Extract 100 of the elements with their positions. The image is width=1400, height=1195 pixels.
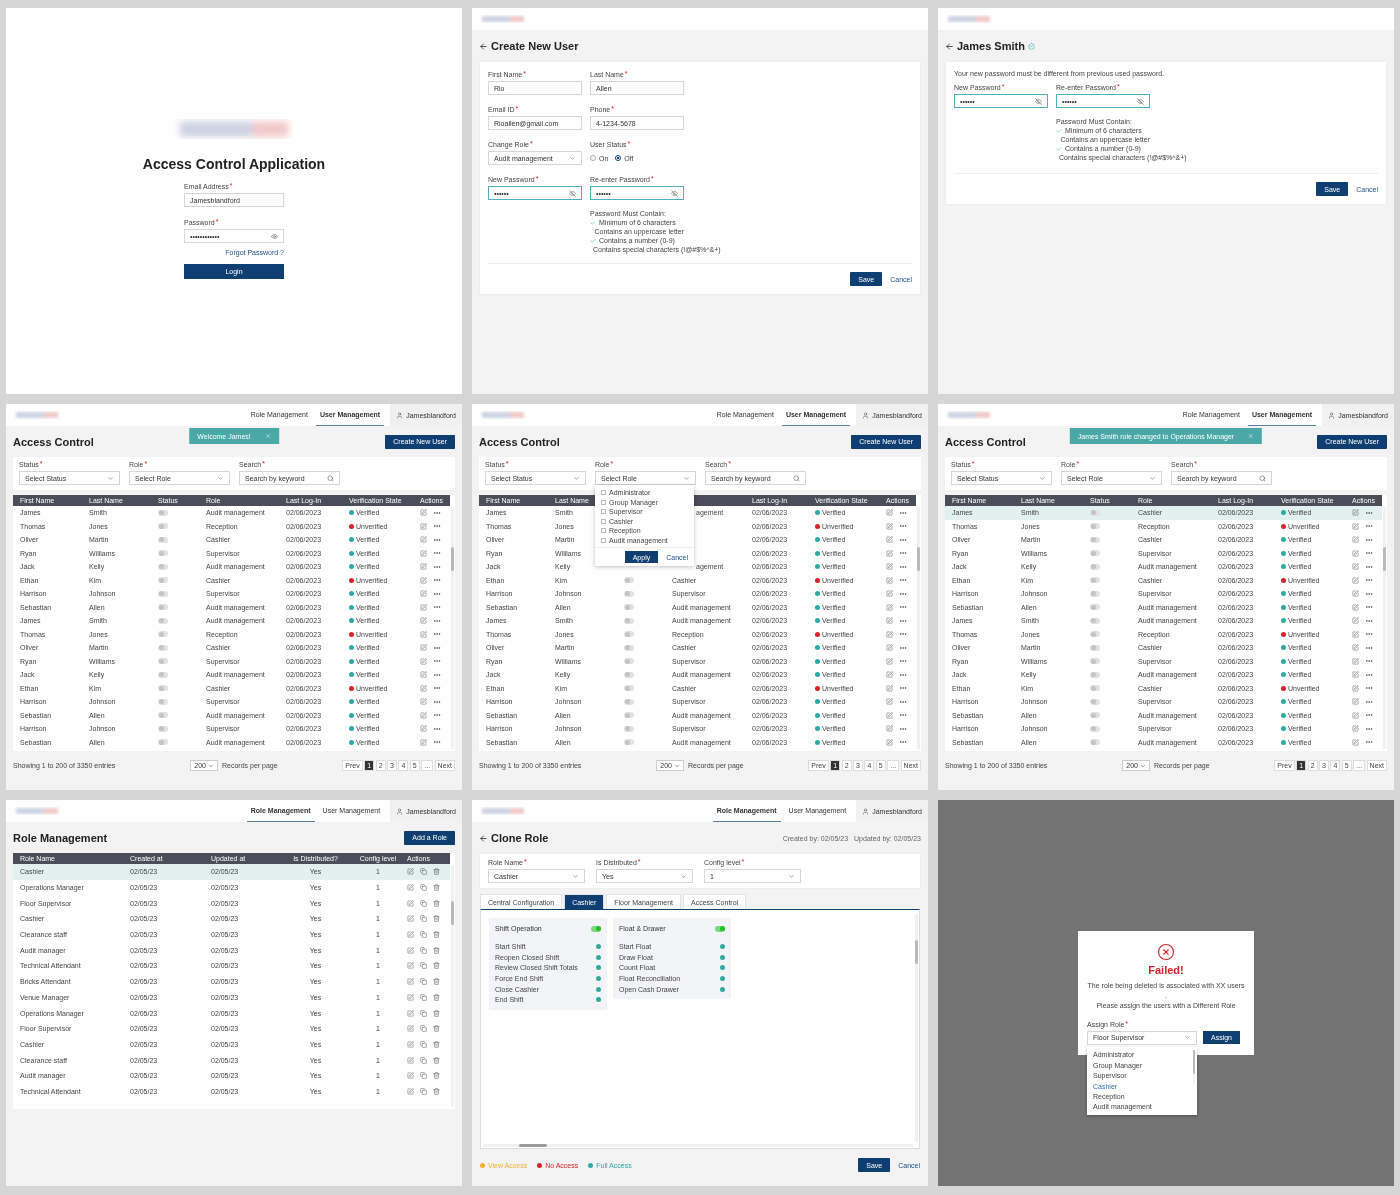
status-toggle[interactable] — [624, 604, 634, 611]
status-toggle[interactable] — [158, 577, 168, 584]
status-toggle[interactable] — [624, 739, 634, 746]
edit-icon[interactable] — [886, 725, 893, 733]
edit-icon[interactable] — [886, 738, 893, 746]
edit-icon[interactable] — [1352, 522, 1359, 530]
status-toggle[interactable] — [624, 590, 634, 597]
copy-icon[interactable] — [420, 1009, 427, 1017]
edit-icon[interactable] — [886, 657, 893, 665]
status-toggle[interactable] — [158, 712, 168, 719]
copy-icon[interactable] — [420, 1040, 427, 1048]
edit-icon[interactable] — [407, 1040, 414, 1048]
close-icon[interactable] — [1248, 433, 1255, 439]
access-dot[interactable] — [596, 975, 601, 981]
trash-icon[interactable] — [433, 1040, 440, 1048]
edit-icon[interactable] — [1352, 576, 1359, 584]
edit-icon[interactable] — [407, 1056, 414, 1064]
status-toggle[interactable] — [158, 523, 168, 530]
edit-icon[interactable] — [407, 884, 414, 892]
access-dot[interactable] — [720, 954, 725, 960]
copy-icon[interactable] — [420, 978, 427, 986]
status-toggle[interactable] — [158, 725, 168, 732]
checkbox[interactable] — [601, 537, 606, 543]
status-toggle[interactable] — [1090, 739, 1100, 746]
close-icon[interactable] — [264, 433, 271, 439]
status-toggle[interactable] — [158, 631, 168, 638]
edit-icon[interactable] — [1352, 684, 1359, 692]
back-arrow-icon[interactable] — [479, 833, 488, 843]
edit-icon[interactable] — [886, 509, 893, 517]
status-toggle[interactable] — [158, 739, 168, 746]
edit-icon[interactable] — [1352, 657, 1359, 665]
copy-icon[interactable] — [420, 899, 427, 907]
edit-icon[interactable] — [407, 868, 414, 876]
copy-icon[interactable] — [420, 1056, 427, 1064]
eye-icon[interactable] — [271, 232, 278, 240]
status-toggle[interactable] — [158, 536, 168, 543]
eye-off-icon[interactable] — [1035, 97, 1042, 105]
trash-icon[interactable] — [433, 899, 440, 907]
status-toggle[interactable] — [624, 658, 634, 665]
checkbox[interactable] — [601, 490, 606, 496]
copy-icon[interactable] — [420, 1025, 427, 1033]
trash-icon[interactable] — [433, 1056, 440, 1064]
edit-icon[interactable] — [1352, 617, 1359, 625]
status-toggle[interactable] — [624, 671, 634, 678]
trash-icon[interactable] — [433, 1072, 440, 1080]
edit-icon[interactable] — [420, 522, 427, 530]
access-dot[interactable] — [596, 986, 601, 992]
status-toggle[interactable] — [1090, 617, 1100, 624]
status-toggle[interactable] — [158, 644, 168, 651]
checkbox[interactable] — [601, 509, 606, 515]
trash-icon[interactable] — [433, 931, 440, 939]
status-toggle[interactable] — [1090, 590, 1100, 597]
checkbox[interactable] — [601, 499, 606, 505]
eye-off-icon[interactable] — [569, 189, 576, 197]
status-toggle[interactable] — [158, 590, 168, 597]
status-toggle[interactable] — [158, 563, 168, 570]
status-toggle[interactable] — [1090, 577, 1100, 584]
trash-icon[interactable] — [433, 978, 440, 986]
edit-icon[interactable] — [1352, 549, 1359, 557]
edit-icon[interactable] — [420, 563, 427, 571]
edit-icon[interactable] — [407, 931, 414, 939]
edit-icon[interactable] — [886, 684, 893, 692]
status-toggle[interactable] — [158, 604, 168, 611]
back-arrow-icon[interactable] — [479, 41, 488, 51]
status-toggle[interactable] — [158, 671, 168, 678]
access-dot[interactable] — [720, 986, 725, 992]
status-toggle[interactable] — [158, 617, 168, 624]
access-dot[interactable] — [596, 965, 601, 971]
access-dot[interactable] — [596, 954, 601, 960]
edit-icon[interactable] — [407, 962, 414, 970]
status-toggle[interactable] — [624, 644, 634, 651]
status-toggle[interactable] — [158, 698, 168, 705]
copy-icon[interactable] — [420, 868, 427, 876]
edit-icon[interactable] — [407, 915, 414, 923]
copy-icon[interactable] — [420, 1072, 427, 1080]
trash-icon[interactable] — [433, 1025, 440, 1033]
edit-icon[interactable] — [886, 549, 893, 557]
edit-icon[interactable] — [420, 509, 427, 517]
access-dot[interactable] — [596, 997, 601, 1003]
status-toggle[interactable] — [1090, 712, 1100, 719]
edit-icon[interactable] — [886, 576, 893, 584]
edit-icon[interactable] — [1352, 711, 1359, 719]
copy-icon[interactable] — [420, 915, 427, 923]
copy-icon[interactable] — [420, 962, 427, 970]
edit-icon[interactable] — [1352, 644, 1359, 652]
edit-icon[interactable] — [1352, 698, 1359, 706]
edit-icon[interactable] — [1352, 725, 1359, 733]
edit-icon[interactable] — [1352, 590, 1359, 598]
edit-icon[interactable] — [886, 644, 893, 652]
status-toggle[interactable] — [158, 685, 168, 692]
group-toggle[interactable] — [591, 925, 601, 932]
edit-icon[interactable] — [886, 698, 893, 706]
copy-icon[interactable] — [420, 931, 427, 939]
status-toggle[interactable] — [1090, 604, 1100, 611]
edit-icon[interactable] — [886, 536, 893, 544]
edit-icon[interactable] — [420, 576, 427, 584]
edit-icon[interactable] — [420, 684, 427, 692]
edit-icon[interactable] — [420, 617, 427, 625]
status-toggle[interactable] — [624, 631, 634, 638]
copy-icon[interactable] — [420, 993, 427, 1001]
